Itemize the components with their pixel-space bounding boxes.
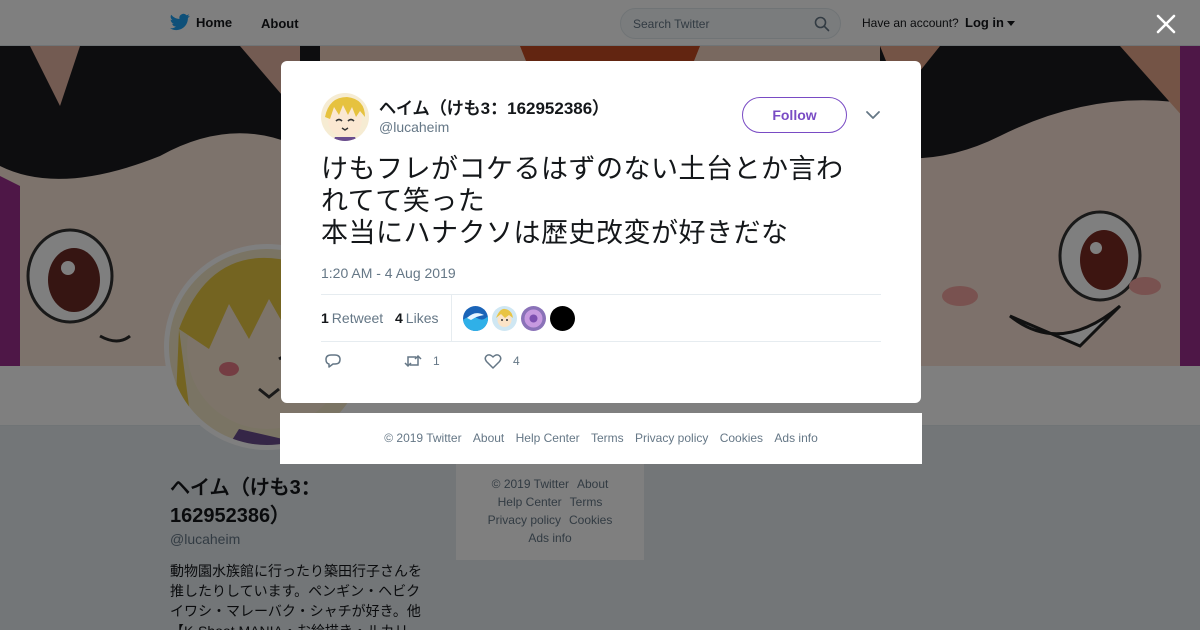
tweet-author-avatar-artwork — [321, 93, 369, 141]
reply-icon — [325, 354, 341, 368]
chevron-down-icon[interactable] — [865, 109, 881, 121]
tweet-actions: 1 4 — [321, 351, 881, 375]
liker-avatar[interactable] — [492, 306, 517, 331]
modal-footer: © 2019 Twitter About Help Center Terms P… — [280, 413, 922, 464]
footer-privacy-policy[interactable]: Privacy policy — [635, 431, 708, 445]
liker-avatar-artwork — [550, 306, 575, 331]
likes-stat-label: Likes — [405, 310, 439, 326]
footer-ads-info[interactable]: Ads info — [774, 431, 817, 445]
follow-button[interactable]: Follow — [742, 97, 847, 133]
retweet-stat-count: 1 — [321, 310, 329, 326]
tweet-timestamp[interactable]: 1:20 AM - 4 Aug 2019 — [321, 265, 456, 281]
liker-avatar[interactable] — [463, 306, 488, 331]
footer-about[interactable]: About — [473, 431, 504, 445]
retweet-action-count: 1 — [433, 354, 440, 368]
tweet-text: けもフレがコケるはずのない土台とか言わ れてて笑った 本当にハナクソは歴史改変が… — [321, 154, 881, 250]
likes-stat-count: 4 — [395, 310, 403, 326]
footer-copyright: © 2019 Twitter — [384, 431, 462, 445]
stats-divider — [451, 295, 452, 341]
footer-cookies[interactable]: Cookies — [720, 431, 763, 445]
retweet-stat-label: Retweet — [331, 310, 384, 326]
like-icon — [484, 354, 502, 369]
tweet-modal: ヘイム（けも3：162952386） @lucaheim Follow けもフレ… — [281, 61, 921, 403]
footer-terms[interactable]: Terms — [591, 431, 624, 445]
liker-avatar-artwork — [463, 306, 488, 331]
tweet-text-line: けもフレがコケるはずのない土台とか言わ — [321, 154, 844, 185]
reply-action[interactable] — [323, 351, 343, 371]
liker-avatar-artwork — [492, 306, 517, 331]
retweet-action[interactable]: 1 — [403, 351, 440, 371]
tweet-stats: 1 Retweet 4 Likes — [321, 294, 881, 342]
liker-avatar[interactable] — [521, 306, 546, 331]
liker-avatar[interactable] — [550, 306, 575, 331]
close-icon[interactable] — [1152, 10, 1180, 38]
tweet-text-line: れてて笑った — [321, 186, 486, 217]
footer-help-center[interactable]: Help Center — [516, 431, 580, 445]
liker-avatar-artwork — [521, 306, 546, 331]
tweet-author-avatar[interactable] — [321, 93, 369, 141]
tweet-text-line: 本当にハナクソは歴史改変が好きだな — [321, 218, 789, 249]
likes-stat[interactable]: 4 Likes — [395, 310, 438, 326]
tweet-author-handle[interactable]: @lucaheim — [379, 119, 449, 135]
like-action[interactable]: 4 — [483, 351, 520, 371]
like-action-count: 4 — [513, 354, 520, 368]
tweet-author-name[interactable]: ヘイム（けも3：162952386） — [379, 94, 609, 119]
retweet-stat[interactable]: 1 Retweet — [321, 310, 383, 326]
retweet-icon — [404, 354, 422, 368]
